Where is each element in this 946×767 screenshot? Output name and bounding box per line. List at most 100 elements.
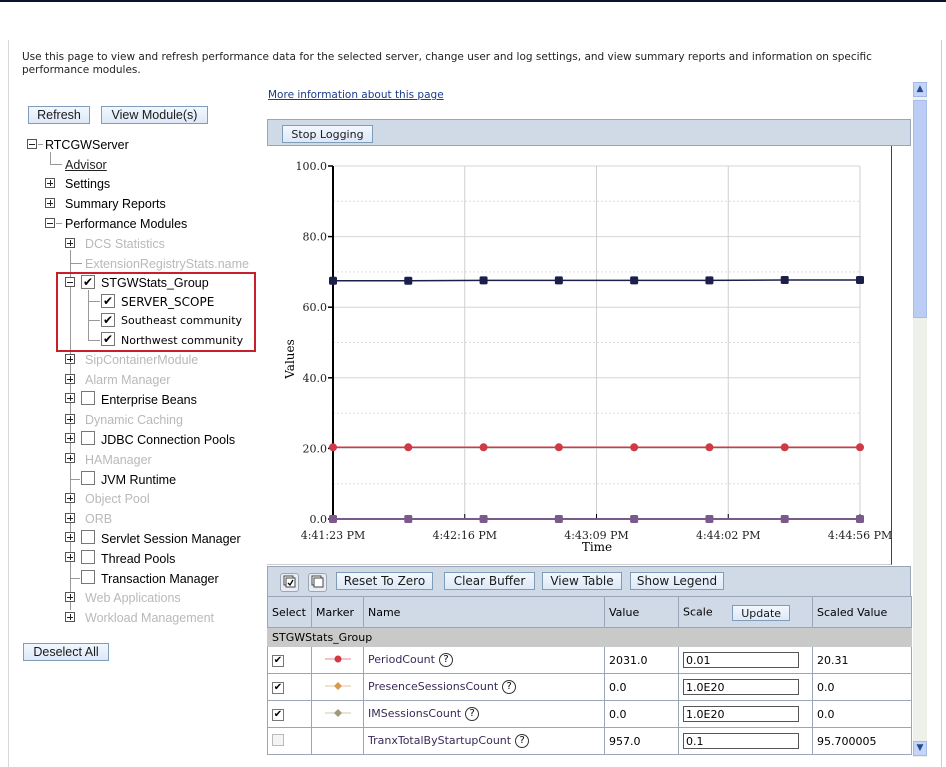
expand-icon[interactable]: [65, 453, 75, 463]
column-name: Name: [363, 596, 605, 628]
marker-diamond-icon: [324, 681, 351, 690]
tree-connector: [70, 263, 82, 264]
tree-item-settings[interactable]: Settings: [65, 176, 110, 192]
data-point-TranxTotalByStartupCount: [780, 276, 789, 285]
enterprise-beans-checkbox[interactable]: [81, 391, 95, 405]
counter-name: PeriodCount: [368, 653, 435, 666]
line-chart: 0.0 20.0 40.0 60.0 80.0 100.0 4:41:23 PM 4:42:1…: [283, 160, 893, 554]
tree-item-jvm-runtime[interactable]: JVM Runtime: [101, 472, 176, 488]
row-select-checkbox[interactable]: ✔: [272, 655, 284, 667]
table-toolbar: Reset To Zero Clear Buffer View Table Sh…: [267, 566, 911, 596]
help-icon[interactable]: ?: [502, 680, 517, 694]
tree-item-object-pool: Object Pool: [85, 492, 150, 506]
expand-icon[interactable]: [65, 414, 75, 424]
clear-buffer-button[interactable]: Clear Buffer: [444, 572, 535, 590]
column-scale: Scale Update: [678, 596, 813, 628]
scrollbar-thumb[interactable]: [913, 100, 927, 318]
scroll-down-icon[interactable]: ▼: [913, 741, 927, 756]
tree-item-transaction-manager[interactable]: Transaction Manager: [101, 571, 219, 587]
data-point-TranxTotalByStartupCount: [705, 276, 714, 285]
window-top-border: [0, 0, 946, 2]
scale-input[interactable]: [683, 679, 799, 695]
page-description: Use this page to view and refresh perfor…: [22, 51, 872, 76]
marker-diamond-icon: [324, 708, 351, 717]
scale-input[interactable]: [683, 733, 799, 749]
reset-to-zero-button[interactable]: Reset To Zero: [336, 572, 433, 590]
tree-item-orb: ORB: [85, 512, 113, 526]
collapse-icon[interactable]: [45, 218, 55, 228]
tree-item-enterprise-beans[interactable]: Enterprise Beans: [101, 392, 197, 408]
performance-chart: 0.0 20.0 40.0 60.0 80.0 100.0 4:41:23 PM 4:42:1…: [267, 146, 892, 565]
tree-item-advisor[interactable]: Advisor: [65, 157, 107, 173]
expand-icon[interactable]: [65, 374, 75, 384]
more-information-link[interactable]: More information about this page: [268, 89, 444, 101]
tree-item-jdbc-connection-pools[interactable]: JDBC Connection Pools: [101, 432, 235, 448]
tree-root-rtcgwserver[interactable]: RTCGWServer: [45, 137, 129, 153]
jdbc-connection-pools-checkbox[interactable]: [81, 431, 95, 445]
scale-input[interactable]: [683, 652, 799, 668]
chart-axes: 0.0 20.0 40.0 60.0 80.0 100.0 4:41:23 PM 4:42:1…: [296, 160, 893, 542]
table-row: ✔ IMSessionsCount? 0.0 0.0: [267, 700, 912, 728]
row-select-checkbox[interactable]: ✔: [272, 709, 284, 721]
expand-icon[interactable]: [65, 592, 75, 602]
data-point-TranxTotalByStartupCount: [630, 276, 639, 285]
deselect-all-button[interactable]: Deselect All: [23, 643, 109, 661]
tree-item-web-applications: Web Applications: [85, 591, 181, 605]
row-select-checkbox[interactable]: ✔: [272, 682, 284, 694]
servlet-session-manager-checkbox[interactable]: [81, 530, 95, 544]
scale-input[interactable]: [683, 706, 799, 722]
selection-highlight-box: [56, 272, 256, 352]
jvm-runtime-checkbox[interactable]: [81, 471, 95, 485]
counter-value: 2031.0: [604, 646, 679, 674]
select-all-icon[interactable]: [280, 573, 299, 592]
x-tick-label: 4:44:02 PM: [696, 529, 761, 542]
y-tick-label: 60.0: [303, 301, 328, 314]
y-tick-label: 80.0: [303, 231, 328, 244]
scale-label: Scale: [683, 605, 713, 619]
show-legend-button[interactable]: Show Legend: [630, 572, 724, 590]
expand-icon[interactable]: [65, 493, 75, 503]
tree-connector: [50, 152, 51, 164]
collapse-icon[interactable]: [27, 139, 37, 149]
tree-item-thread-pools[interactable]: Thread Pools: [101, 551, 175, 567]
expand-icon[interactable]: [65, 393, 75, 403]
expand-icon[interactable]: [65, 532, 75, 542]
expand-icon[interactable]: [65, 552, 75, 562]
group-label: STGWStats_Group: [267, 627, 912, 647]
row-select-checkbox[interactable]: [272, 733, 284, 746]
transaction-manager-checkbox[interactable]: [81, 570, 95, 584]
tree-item-performance-modules[interactable]: Performance Modules: [65, 216, 187, 232]
help-icon[interactable]: ?: [438, 653, 453, 667]
update-button[interactable]: Update: [732, 605, 791, 621]
tree-item-summary-reports[interactable]: Summary Reports: [65, 196, 166, 212]
help-icon[interactable]: ?: [515, 734, 530, 748]
expand-icon[interactable]: [65, 513, 75, 523]
column-marker: Marker: [311, 596, 364, 628]
data-point-PeriodCount: [479, 443, 488, 452]
data-point-IMSessionsCount: [630, 515, 639, 523]
view-table-button[interactable]: View Table: [542, 572, 622, 590]
view-modules-button[interactable]: View Module(s): [101, 106, 208, 124]
help-icon[interactable]: ?: [465, 707, 480, 721]
counter-value: 957.0: [604, 727, 679, 755]
thread-pools-checkbox[interactable]: [81, 550, 95, 564]
y-tick-label: 20.0: [303, 442, 328, 455]
expand-icon[interactable]: [45, 198, 55, 208]
table-row: ✔ PeriodCount? 2031.0 20.31: [267, 646, 912, 674]
expand-icon[interactable]: [65, 238, 75, 248]
y-tick-label: 0.0: [310, 513, 328, 526]
refresh-button[interactable]: Refresh: [28, 106, 90, 124]
deselect-all-icon[interactable]: [308, 573, 327, 592]
scroll-up-icon[interactable]: ▲: [913, 82, 927, 97]
data-point-TranxTotalByStartupCount: [856, 276, 864, 285]
expand-icon[interactable]: [65, 612, 75, 622]
expand-icon[interactable]: [65, 433, 75, 443]
y-tick-label: 40.0: [303, 372, 328, 385]
stop-logging-button[interactable]: Stop Logging: [282, 125, 373, 143]
tree-item-servlet-session-manager[interactable]: Servlet Session Manager: [101, 531, 241, 547]
y-tick-label: 100.0: [296, 160, 328, 173]
expand-icon[interactable]: [65, 354, 75, 364]
data-point-TranxTotalByStartupCount: [329, 276, 337, 285]
data-point-IMSessionsCount: [404, 515, 413, 523]
expand-icon[interactable]: [45, 178, 55, 188]
